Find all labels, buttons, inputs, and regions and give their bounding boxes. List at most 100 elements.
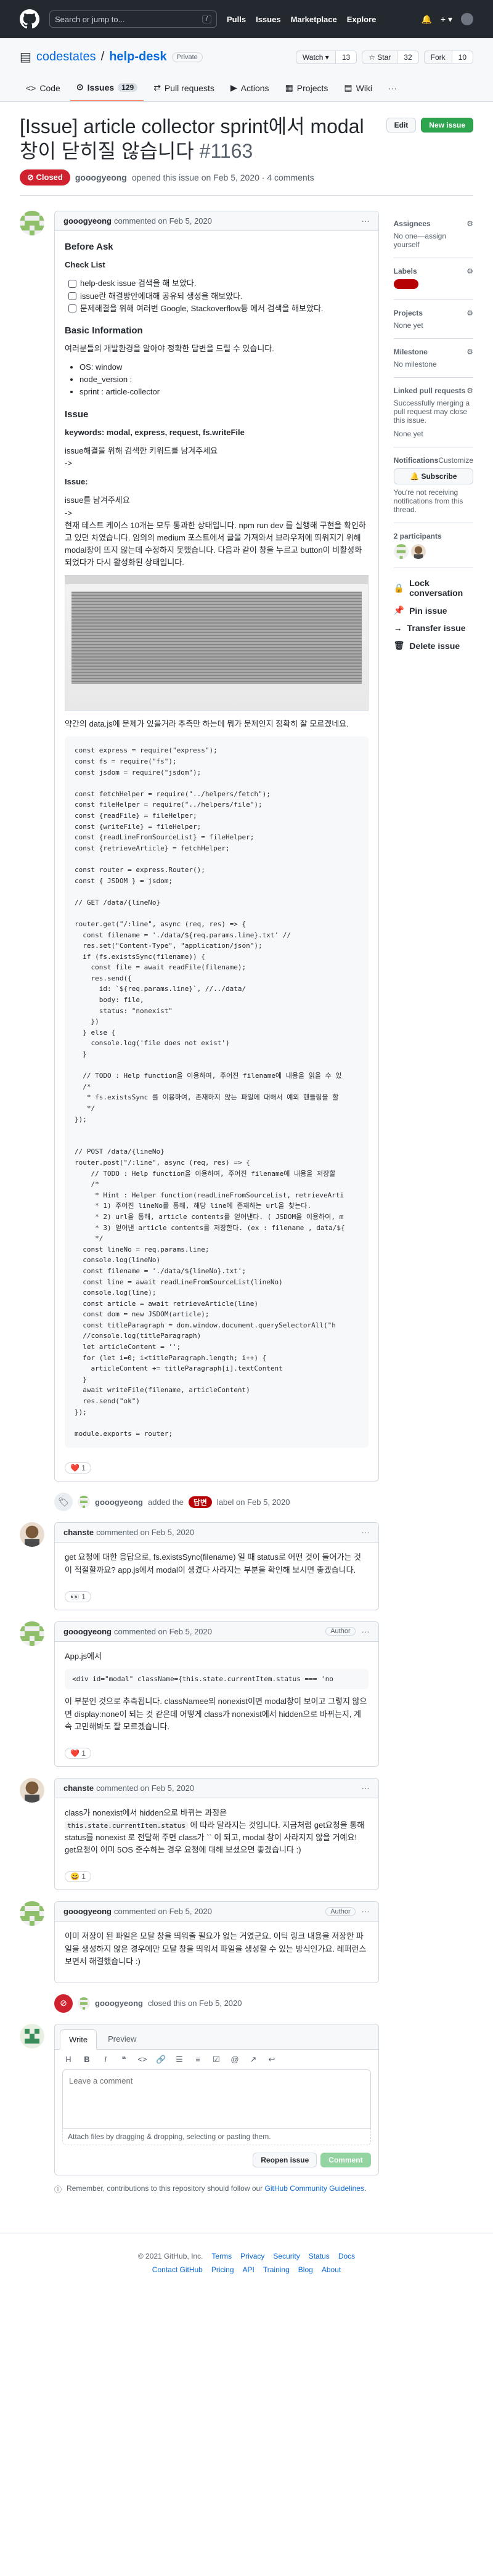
comment-date[interactable]: commented on Feb 5, 2020 xyxy=(114,1627,212,1636)
fork-button[interactable]: Fork 10 xyxy=(423,50,473,64)
nav-issues[interactable]: Issues xyxy=(256,15,280,24)
tab-write[interactable]: Write xyxy=(60,2029,97,2050)
lock-conversation[interactable]: 🔒 Lock conversation xyxy=(394,574,473,601)
saved-reply-icon[interactable]: ↩ xyxy=(267,2055,277,2064)
reopen-issue-button[interactable]: Reopen issue xyxy=(253,2152,317,2167)
gear-icon[interactable]: ⚙ xyxy=(467,348,473,356)
reaction-heart[interactable]: ❤️ 1 xyxy=(65,1462,91,1474)
avatar[interactable] xyxy=(20,1621,44,1646)
plus-icon[interactable]: + ▾ xyxy=(441,14,452,25)
footer-link-training[interactable]: Training xyxy=(263,2265,290,2274)
nav-explore[interactable]: Explore xyxy=(347,15,377,24)
search-input[interactable]: Search or jump to... / xyxy=(49,10,217,28)
screenshot-image[interactable] xyxy=(65,575,369,711)
guidelines-link[interactable]: GitHub Community Guidelines xyxy=(265,2184,364,2193)
footer-link-pricing[interactable]: Pricing xyxy=(211,2265,234,2274)
transfer-issue[interactable]: → Transfer issue xyxy=(394,619,473,637)
label-chip[interactable]: 답변 xyxy=(188,1496,212,1508)
code-icon[interactable]: <> xyxy=(137,2055,147,2064)
event-actor[interactable]: gooogyeong xyxy=(95,1999,143,2008)
tab-actions[interactable]: ▶ Actions xyxy=(224,76,275,101)
footer-link-contact[interactable]: Contact GitHub xyxy=(152,2265,203,2274)
attach-files-hint[interactable]: Attach files by dragging & dropping, sel… xyxy=(62,2128,371,2145)
link-icon[interactable]: 🔗 xyxy=(156,2055,166,2064)
subscribe-button[interactable]: 🔔 Subscribe xyxy=(393,468,473,484)
comment-textarea[interactable] xyxy=(68,2074,365,2123)
edit-button[interactable]: Edit xyxy=(386,118,417,132)
pin-issue[interactable]: 📌 Pin issue xyxy=(394,601,473,619)
checkbox[interactable] xyxy=(68,304,76,313)
footer-link-blog[interactable]: Blog xyxy=(298,2265,313,2274)
comment-author[interactable]: gooogyeong xyxy=(63,1627,112,1636)
more-options-icon[interactable]: ··· xyxy=(362,216,370,226)
gear-icon[interactable]: ⚙ xyxy=(467,386,473,395)
avatar[interactable] xyxy=(20,1522,44,1547)
reference-icon[interactable]: ↗ xyxy=(248,2055,258,2064)
quote-icon[interactable]: ❝ xyxy=(119,2055,129,2064)
event-actor[interactable]: gooogyeong xyxy=(95,1498,143,1507)
delete-issue[interactable]: 🗑 Delete issue xyxy=(394,637,473,654)
tab-more[interactable]: ··· xyxy=(382,76,403,101)
heading-icon[interactable]: H xyxy=(63,2055,73,2064)
avatar[interactable] xyxy=(78,1997,90,2010)
bell-icon[interactable]: 🔔 xyxy=(421,14,431,25)
avatar[interactable] xyxy=(20,1777,44,1803)
reaction-heart[interactable]: ❤️ 1 xyxy=(65,1747,91,1759)
footer-link-docs[interactable]: Docs xyxy=(338,2252,355,2260)
comment-date[interactable]: commented on Feb 5, 2020 xyxy=(114,216,212,226)
footer-link-privacy[interactable]: Privacy xyxy=(240,2252,264,2260)
avatar[interactable] xyxy=(20,1901,44,1926)
avatar[interactable] xyxy=(393,544,409,559)
tab-code[interactable]: <> Code xyxy=(20,76,67,101)
footer-link-about[interactable]: About xyxy=(322,2265,341,2274)
star-button[interactable]: ☆ Star 32 xyxy=(362,50,419,64)
more-options-icon[interactable]: ··· xyxy=(362,1528,370,1537)
checkbox[interactable] xyxy=(68,292,76,301)
sidebar-projects[interactable]: Projects ⚙ None yet xyxy=(393,300,473,339)
tab-wiki[interactable]: ▤ Wiki xyxy=(338,76,378,101)
tab-preview[interactable]: Preview xyxy=(99,2029,145,2049)
comment-date[interactable]: commented on Feb 5, 2020 xyxy=(96,1783,194,1793)
issue-author-link[interactable]: gooogyeong xyxy=(75,173,127,182)
footer-link-status[interactable]: Status xyxy=(309,2252,330,2260)
comment-date[interactable]: commented on Feb 5, 2020 xyxy=(96,1528,194,1537)
repo-name-link[interactable]: help-desk xyxy=(109,50,166,64)
user-avatar[interactable] xyxy=(461,13,473,25)
comment-author[interactable]: gooogyeong xyxy=(63,1907,112,1916)
ordered-list-icon[interactable]: ≡ xyxy=(193,2055,203,2064)
more-options-icon[interactable]: ··· xyxy=(362,1907,370,1916)
new-issue-button[interactable]: New issue xyxy=(421,118,473,132)
footer-link-security[interactable]: Security xyxy=(273,2252,299,2260)
task-list-icon[interactable]: ☑ xyxy=(211,2055,221,2064)
more-options-icon[interactable]: ··· xyxy=(362,1627,370,1636)
tab-issues[interactable]: ⊙ Issues 129 xyxy=(70,76,144,101)
watch-button[interactable]: Watch ▾ 13 xyxy=(295,50,357,64)
bold-icon[interactable]: B xyxy=(82,2055,92,2064)
avatar[interactable] xyxy=(78,1496,90,1509)
gear-icon[interactable]: ⚙ xyxy=(467,309,473,317)
sidebar-labels[interactable]: Labels ⚙ xyxy=(393,258,473,300)
checkbox[interactable] xyxy=(68,279,76,288)
footer-link-api[interactable]: API xyxy=(243,2265,255,2274)
sidebar-linked-prs[interactable]: Linked pull requests ⚙ Successfully mergi… xyxy=(393,378,473,447)
comment-author[interactable]: chanste xyxy=(63,1528,94,1537)
sidebar-milestone[interactable]: Milestone ⚙ No milestone xyxy=(393,339,473,378)
avatar[interactable] xyxy=(20,2023,44,2048)
github-logo-icon[interactable] xyxy=(20,9,39,29)
tab-pull-requests[interactable]: ⇄ Pull requests xyxy=(147,76,221,101)
nav-marketplace[interactable]: Marketplace xyxy=(291,15,337,24)
comment-author[interactable]: gooogyeong xyxy=(63,216,112,226)
mention-icon[interactable]: @ xyxy=(230,2055,240,2064)
nav-pulls[interactable]: Pulls xyxy=(227,15,246,24)
tab-projects[interactable]: ▦ Projects xyxy=(279,76,335,101)
more-options-icon[interactable]: ··· xyxy=(362,1783,370,1793)
comment-date[interactable]: commented on Feb 5, 2020 xyxy=(114,1907,212,1916)
sidebar-assignees[interactable]: Assignees ⚙ No one—assign yourself xyxy=(393,211,473,258)
comment-button[interactable]: Comment xyxy=(320,2152,371,2167)
unordered-list-icon[interactable]: ☰ xyxy=(174,2055,184,2064)
label-chip[interactable] xyxy=(393,279,418,289)
customize-link[interactable]: Customize xyxy=(438,456,473,465)
comment-author[interactable]: chanste xyxy=(63,1783,94,1793)
footer-link-terms[interactable]: Terms xyxy=(211,2252,232,2260)
avatar[interactable] xyxy=(410,544,426,559)
